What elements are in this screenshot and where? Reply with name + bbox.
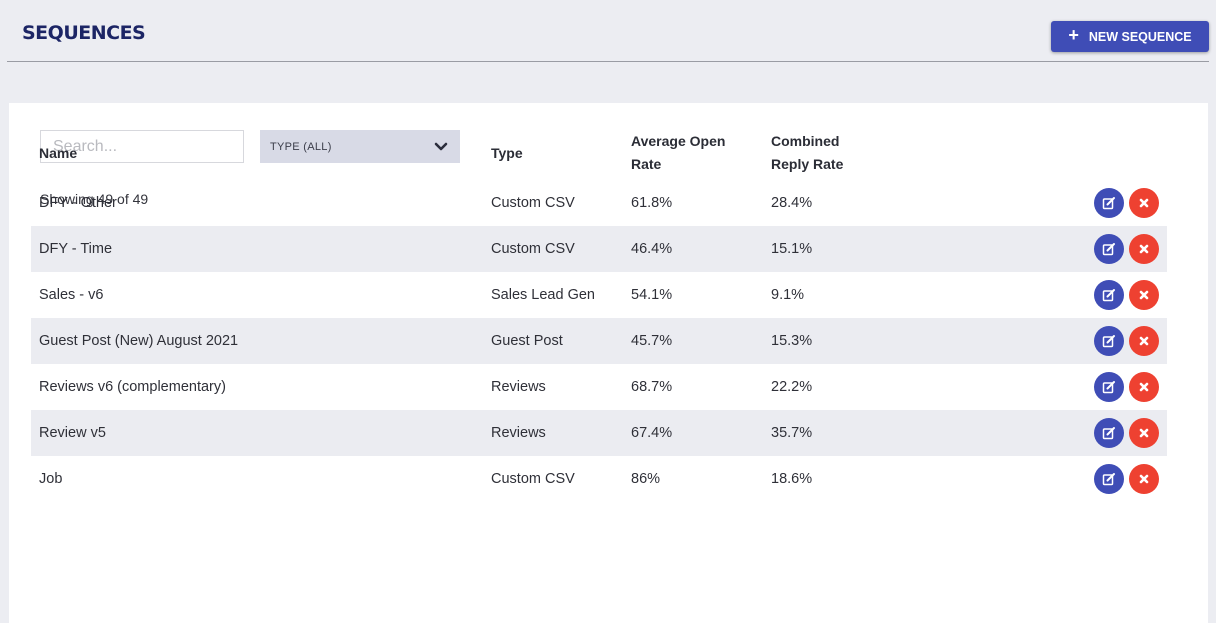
new-sequence-button[interactable]: + NEW SEQUENCE [1051, 21, 1209, 52]
plus-icon: + [1068, 25, 1079, 45]
row-actions [883, 226, 1167, 272]
row-open-rate: 67.4% [631, 425, 673, 441]
table-row[interactable]: DFY - Time Custom CSV 46.4% 15.1% [31, 226, 1167, 272]
delete-button[interactable] [1129, 372, 1159, 402]
row-open-rate: 46.4% [631, 241, 673, 257]
row-actions [883, 180, 1167, 226]
close-icon [1139, 198, 1149, 208]
edit-icon [1102, 427, 1115, 440]
row-reply-rate: 15.1% [771, 241, 813, 257]
close-icon [1139, 474, 1149, 484]
row-type: Custom CSV [491, 241, 575, 257]
column-header-type[interactable]: Type [483, 126, 623, 180]
header-divider [7, 61, 1209, 62]
table-header-row: Name Type Average Open Rate Combined Rep… [31, 126, 1167, 180]
row-actions [883, 456, 1167, 502]
row-actions [883, 318, 1167, 364]
table-row[interactable]: Review v5 Reviews 67.4% 35.7% [31, 410, 1167, 456]
row-name: Job [39, 471, 63, 487]
row-open-rate: 45.7% [631, 333, 673, 349]
row-actions [883, 410, 1167, 456]
edit-icon [1102, 381, 1115, 394]
row-type: Guest Post [491, 333, 563, 349]
edit-icon [1102, 289, 1115, 302]
row-name: DFY - Other [39, 195, 117, 211]
table-row[interactable]: DFY - Other Custom CSV 61.8% 28.4% [31, 180, 1167, 226]
row-type: Reviews [491, 379, 546, 395]
row-reply-rate: 22.2% [771, 379, 813, 395]
edit-button[interactable] [1094, 372, 1124, 402]
row-type: Sales Lead Gen [491, 287, 595, 303]
row-name: DFY - Time [39, 241, 113, 257]
row-actions [883, 272, 1167, 318]
top-bar: SEQUENCES + NEW SEQUENCE [0, 0, 1216, 62]
page-title: SEQUENCES [22, 22, 146, 44]
row-name: Reviews v6 (complementary) [39, 379, 226, 395]
row-open-rate: 68.7% [631, 379, 673, 395]
table-row[interactable]: Job Custom CSV 86% 18.6% [31, 456, 1167, 502]
row-type: Custom CSV [491, 471, 575, 487]
row-reply-rate: 9.1% [771, 287, 805, 303]
row-open-rate: 54.1% [631, 287, 673, 303]
edit-button[interactable] [1094, 418, 1124, 448]
row-name: Guest Post (New) August 2021 [39, 333, 239, 349]
delete-button[interactable] [1129, 464, 1159, 494]
row-open-rate: 86% [631, 471, 661, 487]
edit-icon [1102, 243, 1115, 256]
edit-button[interactable] [1094, 464, 1124, 494]
row-type: Reviews [491, 425, 546, 441]
delete-button[interactable] [1129, 234, 1159, 264]
row-name: Review v5 [39, 425, 106, 441]
row-open-rate: 61.8% [631, 195, 673, 211]
column-header-name[interactable]: Name [31, 126, 483, 180]
row-name: Sales - v6 [39, 287, 104, 303]
close-icon [1139, 382, 1149, 392]
close-icon [1139, 336, 1149, 346]
sequences-table: Name Type Average Open Rate Combined Rep… [31, 126, 1167, 502]
close-icon [1139, 244, 1149, 254]
edit-button[interactable] [1094, 280, 1124, 310]
delete-button[interactable] [1129, 188, 1159, 218]
row-reply-rate: 15.3% [771, 333, 813, 349]
delete-button[interactable] [1129, 418, 1159, 448]
edit-icon [1102, 197, 1115, 210]
edit-icon [1102, 335, 1115, 348]
delete-button[interactable] [1129, 326, 1159, 356]
row-reply-rate: 28.4% [771, 195, 813, 211]
row-actions [883, 364, 1167, 410]
table-row[interactable]: Reviews v6 (complementary) Reviews 68.7% 22… [31, 364, 1167, 410]
row-reply-rate: 18.6% [771, 471, 813, 487]
edit-button[interactable] [1094, 326, 1124, 356]
edit-button[interactable] [1094, 188, 1124, 218]
row-reply-rate: 35.7% [771, 425, 813, 441]
edit-button[interactable] [1094, 234, 1124, 264]
table-row[interactable]: Sales - v6 Sales Lead Gen 54.1% 9.1% [31, 272, 1167, 318]
column-header-reply-rate[interactable]: Combined Reply Rate [763, 126, 883, 180]
row-type: Custom CSV [491, 195, 575, 211]
new-sequence-label: NEW SEQUENCE [1088, 29, 1192, 44]
close-icon [1139, 290, 1149, 300]
edit-icon [1102, 473, 1115, 486]
delete-button[interactable] [1129, 280, 1159, 310]
close-icon [1139, 428, 1149, 438]
table-row[interactable]: Guest Post (New) August 2021 Guest Post 45… [31, 318, 1167, 364]
column-header-actions [883, 126, 1167, 180]
column-header-open-rate[interactable]: Average Open Rate [623, 126, 763, 180]
